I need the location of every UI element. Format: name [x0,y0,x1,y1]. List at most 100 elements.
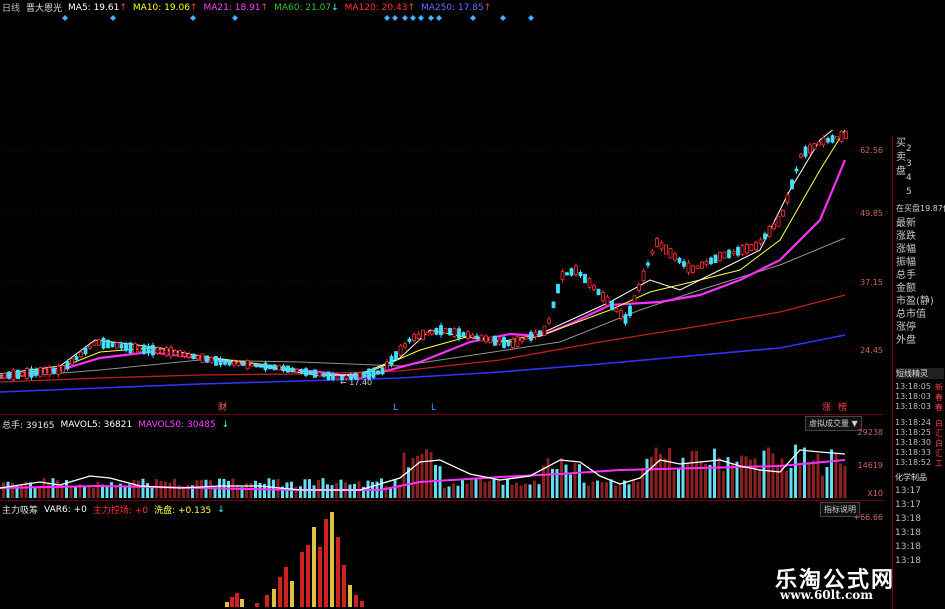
candle-body [799,153,803,158]
candle-body [668,248,673,259]
candle-body [713,254,718,264]
candle-body [817,141,821,146]
candlesticks [2,130,848,382]
volume-bar [294,486,298,498]
indicator-chart[interactable] [0,512,860,609]
volume-bar [699,460,703,498]
candle-body [587,278,592,288]
candle-body [196,355,200,360]
candle-body [146,345,151,354]
volume-chart[interactable] [0,430,860,500]
candle-body [358,372,362,379]
volume-bar [614,486,617,498]
candle-body [11,369,16,381]
event-mark-zhang[interactable]: 涨 [822,402,831,413]
volume-bar [578,464,581,498]
candle-body [700,261,704,269]
price-tick-4: 24.45 [860,346,883,355]
candle-body [173,350,178,356]
candle-body [205,355,209,363]
volume-bar [497,479,500,498]
volume-bar [798,462,802,498]
volume-bar [483,482,487,498]
candle-body [34,369,38,376]
event-mark-l1[interactable]: L [393,403,398,413]
candle-body [88,345,92,349]
candle-body [245,359,250,370]
candle-body [758,239,763,244]
candle-body [610,300,614,311]
mavol5-label: MAVOL5: 36821 [60,419,133,430]
volume-bar [794,444,797,498]
field-amount: 金额 [896,283,916,294]
volume-bar [762,450,766,498]
volume-bar [479,478,482,498]
volume-bar [753,458,757,498]
ma5-label: MA5: 19.61↑ [68,2,127,13]
volume-bar [20,483,23,498]
candle-body [488,336,493,344]
volume-bar [443,487,446,498]
volume-bar [146,483,149,498]
candle-body [178,350,182,358]
volume-bar [114,486,118,498]
candle-body [686,262,691,273]
candle-body [511,338,515,348]
candle-body [250,363,254,367]
volume-bar [749,459,752,498]
candle-body [155,347,160,354]
volume-bar [821,475,824,498]
volume-bar [519,485,523,498]
tick-time-3: 13:18 [895,514,921,524]
volume-bar [510,484,514,498]
candle-body [502,337,506,348]
candle-body [137,345,142,353]
tick-time-1: 13:17 [895,486,921,496]
candle-body [403,343,407,348]
volume-bar [573,462,577,498]
volume-bar [411,457,415,498]
price-tick-2: 49.85 [860,209,883,218]
candle-body [623,314,628,324]
price-tick-3: 37.15 [860,278,883,287]
candle-body [740,245,745,255]
volume-bar [843,465,847,498]
volume-bar [641,467,644,498]
sector-label: 化学制品 [895,473,927,482]
candle-body [547,318,551,324]
indicator-bar [290,581,294,607]
alert-tag-8: 工 [935,459,943,468]
volume-bar [767,447,770,498]
event-mark-l2[interactable]: L [431,403,436,413]
candle-body [731,251,736,255]
candle-body [808,144,812,154]
indicator-bar [354,595,358,607]
short-term-tab[interactable]: 短线精灵 [896,368,944,379]
candle-body [128,342,133,354]
candle-body [151,345,155,356]
candle-body [524,336,529,340]
candle-body [682,261,686,267]
volume-bar [87,486,91,498]
volume-bar [654,447,658,498]
volume-bar [780,458,784,498]
volume-bar [528,484,532,498]
candle-body [164,347,169,356]
price-chart[interactable]: ← 17.40 财 L L 涨 榜 [0,130,860,415]
indicator-bar [272,589,276,607]
indicator-bar [278,577,282,607]
volume-bar [636,481,640,498]
candle-body [479,334,484,342]
candle-body [7,371,11,379]
divider-price-volume [0,414,883,415]
candle-body [47,367,52,376]
event-mark-bang[interactable]: 榜 [838,401,847,413]
candle-body [335,375,340,380]
event-mark-cai[interactable]: 财 [218,401,227,413]
candle-body [119,344,124,349]
volume-bar [803,447,806,498]
volume-bar [195,480,199,498]
indicator-bar [312,527,316,607]
candle-body [376,370,380,375]
candle-body [448,328,452,336]
